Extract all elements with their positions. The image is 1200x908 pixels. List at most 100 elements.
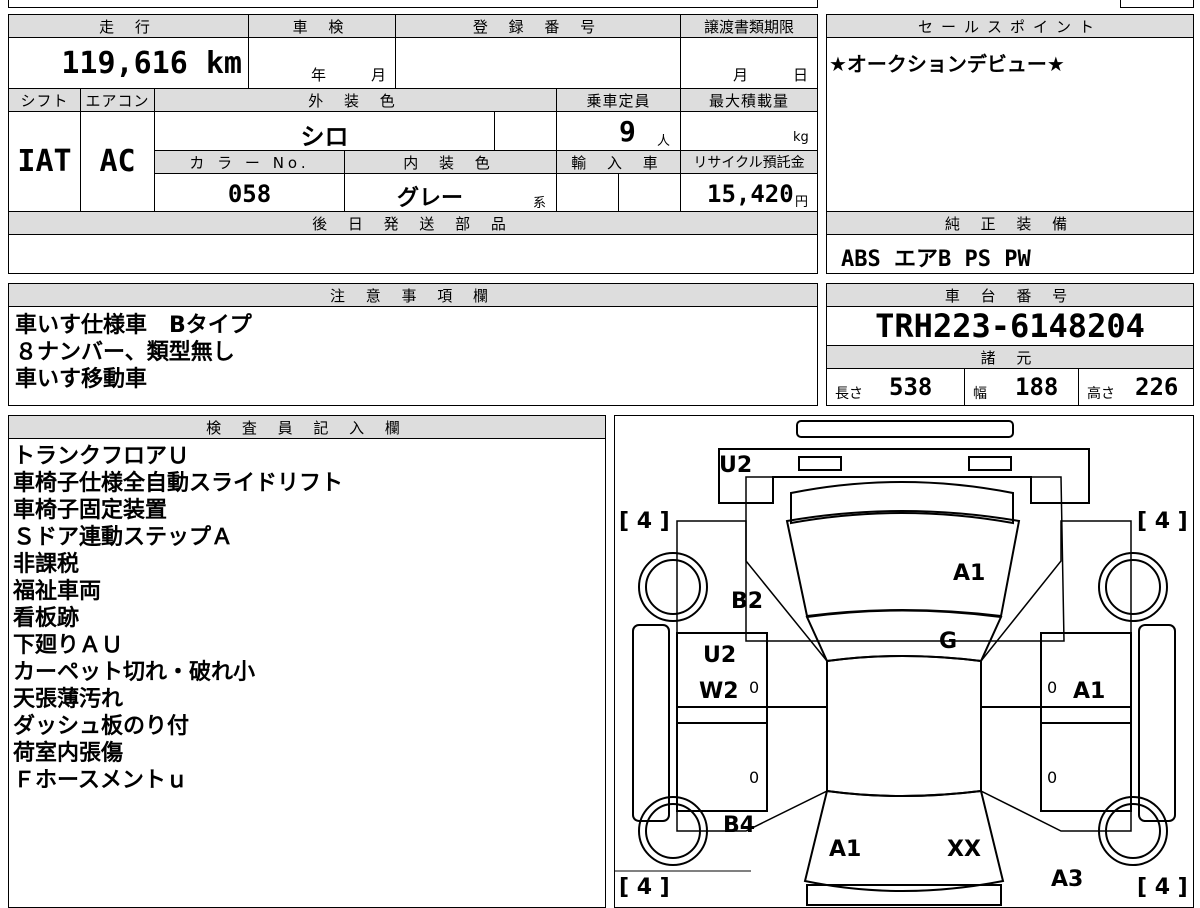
mark-glass: G — [939, 629, 958, 654]
inspector-line: Ｆホースメントｕ — [13, 768, 188, 793]
inspector-body: トランクフロアＵ 車椅子仕様全自動スライドリフト 車椅子固定装置 Ｓドア連動ステ… — [8, 438, 606, 908]
shaken-year: 年 — [311, 66, 327, 84]
tire-right-rear — [1098, 552, 1168, 622]
ext-color-value: シロ — [154, 111, 495, 151]
inspector-line: 車椅子固定装置 — [13, 498, 168, 523]
registration-header: 登 録 番 号 — [395, 14, 681, 38]
maxload-header: 最大積載量 — [680, 88, 818, 112]
zero-right-lower: 0 — [1047, 768, 1058, 787]
inspector-line: 非課税 — [13, 552, 80, 577]
aircon-header: エアコン — [80, 88, 155, 112]
notes-line: ８ナンバー、類型無し — [15, 340, 235, 365]
shaken-header: 車 検 — [248, 14, 396, 38]
tire-left-rear — [638, 552, 708, 622]
rear-hatch — [718, 448, 1090, 504]
int-color-header: 内 装 色 — [344, 150, 557, 174]
capacity-cell: 9 人 — [556, 111, 681, 151]
rear-lamp-right — [968, 456, 1012, 471]
inspector-line: ダッシュ板のり付 — [13, 714, 190, 739]
mark-roof: A1 — [953, 561, 986, 586]
top-right-strip — [1120, 0, 1194, 8]
recycle-header: リサイクル預託金 — [680, 150, 818, 174]
tire-right-rear-inner — [1105, 559, 1161, 615]
rear-lamp-left — [798, 456, 842, 471]
capacity-header: 乗車定員 — [556, 88, 681, 112]
spec-header: 諸 元 — [826, 345, 1194, 369]
import-value-1 — [556, 173, 619, 212]
int-color-suffix: 系 — [533, 196, 547, 211]
inspector-line: 福祉車両 — [13, 579, 102, 604]
aircon-value: AC — [80, 111, 155, 212]
transfer-cell: 月 日 — [680, 37, 818, 89]
shaken-month: 月 — [371, 66, 387, 84]
front-bumper — [806, 884, 1002, 906]
later-parts-header: 後 日 発 送 部 品 — [8, 211, 818, 235]
color-no-value: 058 — [154, 173, 345, 212]
mark-hood-right: XX — [947, 837, 981, 862]
mark-right-front: A3 — [1051, 867, 1084, 892]
maxload-unit: kg — [793, 130, 809, 145]
equipment-header: 純 正 装 備 — [826, 211, 1194, 235]
ext-color-extra — [494, 111, 557, 151]
length-value: 538 — [889, 373, 933, 401]
inspector-line: カーペット切れ・破れ小 — [13, 660, 256, 685]
inspector-line: 下廻りＡＵ — [13, 633, 124, 658]
int-color-cell: グレー 系 — [344, 173, 557, 212]
mark-left-rear-quarter: B2 — [731, 589, 764, 614]
recycle-value: 15,420 — [707, 180, 794, 208]
transfer-day: 日 — [793, 66, 809, 84]
mileage-value: 119,616 km — [8, 37, 249, 89]
tire-mark-left-rear: [ 4 ] — [619, 509, 670, 534]
mark-left-door-2: W2 — [699, 679, 739, 704]
ext-color-header: 外 装 色 — [154, 88, 557, 112]
mark-right-door: A1 — [1073, 679, 1106, 704]
inspector-line: 車椅子仕様全自動スライドリフト — [13, 471, 344, 496]
length-label: 長さ — [835, 386, 863, 402]
recycle-unit: 円 — [795, 195, 809, 210]
height-cell: 高さ 226 — [1078, 368, 1194, 406]
transfer-deadline-header: 譲渡書類期限 — [680, 14, 818, 38]
right-front-door — [1040, 722, 1132, 812]
capacity-value: 9 — [619, 115, 636, 148]
tire-left-rear-inner — [645, 559, 701, 615]
chassis-header: 車 台 番 号 — [826, 283, 1194, 307]
left-front-door — [676, 722, 768, 812]
transfer-month: 月 — [733, 66, 749, 84]
width-cell: 幅 188 — [964, 368, 1079, 406]
width-value: 188 — [1015, 373, 1059, 401]
cabin-roof — [826, 655, 982, 797]
notes-line: 車いす移動車 — [15, 367, 148, 392]
tire-mark-left-front: [ 4 ] — [619, 875, 670, 900]
mark-left-front-fender: B4 — [723, 813, 756, 838]
color-no-header: カ ラ ー No. — [154, 150, 345, 174]
notes-line: 車いす仕様車 Bタイプ — [15, 313, 252, 338]
chassis-number: TRH223-6148204 — [826, 306, 1194, 346]
zero-left-lower: 0 — [749, 768, 760, 787]
mark-rear-top: U2 — [719, 453, 753, 478]
tire-mark-right-rear: [ 4 ] — [1137, 509, 1188, 534]
top-strip — [8, 0, 818, 8]
width-label: 幅 — [973, 386, 987, 402]
later-parts-value — [8, 234, 818, 274]
sales-point-text: ★オークションデビュー★ — [826, 37, 1194, 212]
inspector-line: 天張薄汚れ — [13, 687, 124, 712]
notes-header: 注 意 事 項 欄 — [8, 283, 818, 307]
maxload-cell: kg — [680, 111, 818, 151]
registration-value — [395, 37, 681, 89]
rear-window — [790, 481, 1014, 525]
shift-value: IAT — [8, 111, 81, 212]
tire-mark-right-front: [ 4 ] — [1137, 875, 1188, 900]
shift-header: シフト — [8, 88, 81, 112]
car-diagram — [615, 420, 1176, 906]
height-label: 高さ — [1087, 386, 1115, 402]
int-color-value: グレー — [397, 186, 464, 211]
import-header: 輸 入 車 — [556, 150, 681, 174]
length-cell: 長さ 538 — [826, 368, 965, 406]
capacity-unit: 人 — [657, 134, 671, 149]
zero-right-upper: 0 — [1047, 678, 1058, 697]
import-value-2 — [618, 173, 681, 212]
height-value: 226 — [1135, 373, 1179, 401]
zero-left-upper: 0 — [749, 678, 760, 697]
equipment-text: ABS エアB PS PW — [826, 234, 1194, 274]
windshield — [805, 609, 1003, 663]
